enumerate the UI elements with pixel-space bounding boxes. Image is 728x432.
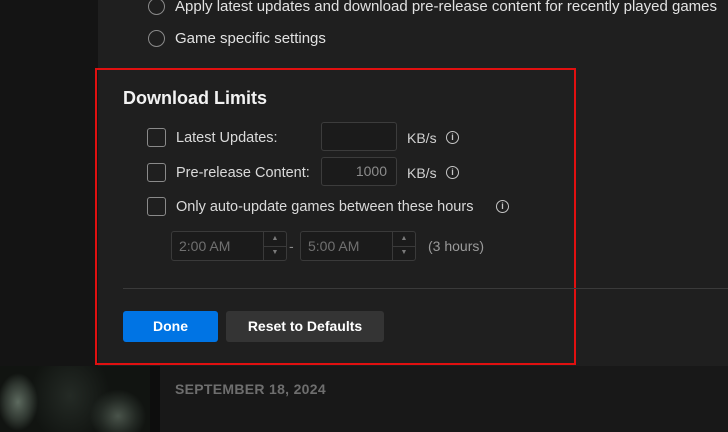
auto-update-hours-option[interactable]: Only auto-update games between these hou… xyxy=(147,197,473,216)
prerelease-checkbox[interactable] xyxy=(147,163,166,182)
reset-to-defaults-button[interactable]: Reset to Defaults xyxy=(226,311,384,342)
library-date: SEPTEMBER 18, 2024 xyxy=(175,381,326,397)
radio-option-recent-games[interactable]: Apply latest updates and download pre-re… xyxy=(148,0,717,15)
radio-button[interactable] xyxy=(148,30,165,47)
section-title: Download Limits xyxy=(123,88,267,108)
hours-duration: (3 hours) xyxy=(428,238,485,254)
radio-option-label: Apply latest updates and download pre-re… xyxy=(175,0,717,15)
chevron-down-icon[interactable]: ▼ xyxy=(264,246,286,260)
prerelease-label: Pre-release Content: xyxy=(176,164,310,181)
radio-button[interactable] xyxy=(148,0,165,15)
start-time-input[interactable]: 2:00 AM ▲ ▼ xyxy=(171,231,287,261)
start-time-value: 2:00 AM xyxy=(179,238,231,254)
game-thumbnail[interactable] xyxy=(0,366,160,432)
info-icon[interactable]: i xyxy=(446,166,459,179)
auto-update-hours-checkbox[interactable] xyxy=(147,197,166,216)
info-icon[interactable]: i xyxy=(496,200,509,213)
thumbnail-edge xyxy=(150,366,160,432)
chevron-up-icon[interactable]: ▲ xyxy=(393,232,415,247)
done-button[interactable]: Done xyxy=(123,311,218,342)
prerelease-option[interactable]: Pre-release Content: xyxy=(147,163,310,182)
chevron-down-icon[interactable]: ▼ xyxy=(393,246,415,260)
end-time-input[interactable]: 5:00 AM ▲ ▼ xyxy=(300,231,416,261)
radio-option-game-specific[interactable]: Game specific settings xyxy=(148,30,326,47)
latest-updates-label: Latest Updates: xyxy=(176,129,278,146)
latest-updates-unit: KB/s xyxy=(407,130,437,146)
start-time-stepper[interactable]: ▲ ▼ xyxy=(263,232,286,260)
info-icon[interactable]: i xyxy=(446,131,459,144)
end-time-value: 5:00 AM xyxy=(308,238,360,254)
latest-updates-checkbox[interactable] xyxy=(147,128,166,147)
chevron-up-icon[interactable]: ▲ xyxy=(264,232,286,247)
left-rail xyxy=(0,0,98,366)
auto-update-hours-label: Only auto-update games between these hou… xyxy=(176,198,474,215)
time-separator: - xyxy=(289,238,294,254)
divider xyxy=(123,288,728,289)
prerelease-unit: KB/s xyxy=(407,165,437,181)
prerelease-input[interactable]: 1000 xyxy=(321,157,397,186)
radio-option-label: Game specific settings xyxy=(175,30,326,47)
end-time-stepper[interactable]: ▲ ▼ xyxy=(392,232,415,260)
latest-updates-input[interactable] xyxy=(321,122,397,151)
latest-updates-option[interactable]: Latest Updates: xyxy=(147,128,278,147)
